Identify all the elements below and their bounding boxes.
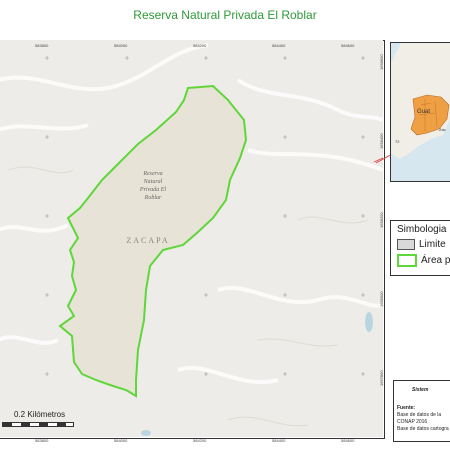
- reserve-label-line: Roblar: [144, 195, 162, 201]
- inset-map-graphic: Guat Zac 72: [391, 43, 450, 181]
- inset-location-map[interactable]: Guat Zac 72: [390, 42, 450, 182]
- x-tick-bottom: 584000: [114, 438, 128, 443]
- scale-label: 0.2 Kilómetros: [14, 410, 66, 419]
- x-tick-top: 583800: [35, 43, 49, 48]
- y-tick-right: 1658200: [379, 212, 384, 228]
- y-tick-right: 1657800: [379, 370, 384, 386]
- water-body: [141, 430, 151, 436]
- inset-number-label: 72: [395, 139, 400, 144]
- legend-item-limit: Limite: [397, 239, 446, 251]
- scale-bar: [2, 422, 74, 427]
- legend-title: Simbologia: [397, 224, 447, 235]
- x-tick-bottom: 584600: [341, 438, 355, 443]
- water-body: [365, 312, 373, 332]
- legend-item-area: Área pr: [397, 254, 450, 267]
- x-tick-bottom: 584400: [272, 438, 286, 443]
- legend-label: Limite: [419, 239, 446, 251]
- inset-country-label: Guat: [417, 109, 430, 115]
- reserve-label-line: Privada El: [139, 187, 166, 193]
- y-tick-right: 1658400: [379, 133, 384, 149]
- source-box: Sistem Fuente: Base de datos de la CONAP…: [393, 380, 450, 442]
- reserve-label-line: Natural: [143, 179, 163, 185]
- reserve-label-line: Reserva: [142, 171, 162, 177]
- fuente-label: Fuente:: [397, 405, 416, 411]
- x-tick-top: 584600: [341, 43, 355, 48]
- x-tick-bottom: 583800: [35, 438, 49, 443]
- x-tick-top: 584200: [193, 43, 207, 48]
- x-tick-top: 584400: [272, 43, 286, 48]
- source-line: Base de datos de la: [397, 412, 442, 418]
- map-title: Reserva Natural Privada El Roblar: [133, 8, 317, 22]
- main-map[interactable]: Reserva Natural Privada El Roblar ZACAPA: [0, 40, 383, 437]
- area-swatch: [397, 254, 417, 267]
- legend-label: Área pr: [421, 255, 450, 267]
- legend: Simbologia Limite Área pr: [390, 220, 450, 276]
- source-line: Base de datos cartogra: [397, 426, 449, 432]
- source-line: CONAP 2016: [397, 419, 428, 425]
- y-tick-right: 1658000: [379, 291, 384, 307]
- x-tick-top: 584000: [114, 43, 128, 48]
- department-label: ZACAPA: [126, 236, 169, 245]
- y-tick-right: 1658600: [379, 54, 384, 70]
- x-tick-bottom: 584200: [193, 438, 207, 443]
- limit-swatch: [397, 239, 415, 250]
- inset-dept-label: Zac: [439, 127, 446, 132]
- source-header: Sistem: [412, 387, 429, 393]
